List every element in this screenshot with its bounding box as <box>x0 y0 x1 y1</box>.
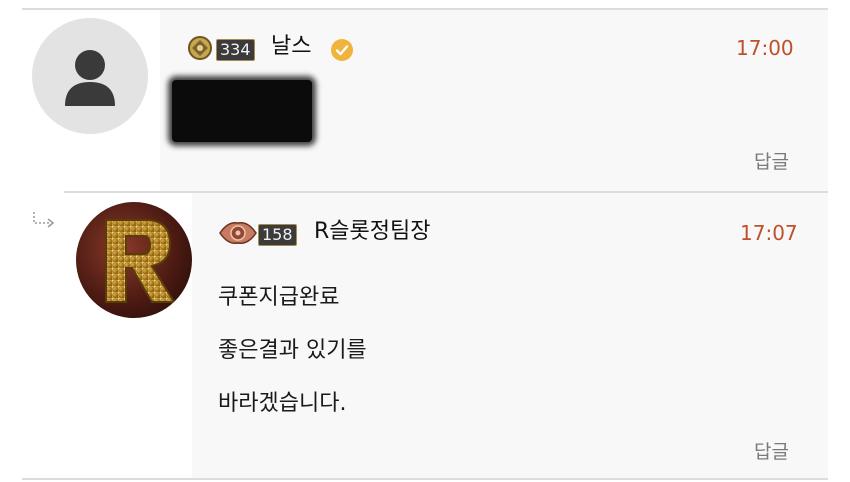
comment-divider-bottom <box>22 478 828 480</box>
comment-timestamp: 17:07 <box>740 221 798 245</box>
comment-timestamp: 17:00 <box>736 36 794 60</box>
level-number: 158 <box>258 224 297 246</box>
level-badge-icon <box>219 221 257 245</box>
reply-button[interactable]: 답글 <box>754 440 789 464</box>
message-line: 좋은결과 있기를 <box>218 338 367 363</box>
verified-icon <box>331 39 353 61</box>
redacted-message <box>172 80 312 142</box>
avatar[interactable] <box>76 202 192 318</box>
avatar[interactable] <box>32 18 148 134</box>
level-badge: 158 <box>218 219 306 247</box>
user-silhouette-icon <box>65 50 115 106</box>
message-line: 바라겠습니다. <box>218 391 347 416</box>
message-line: 쿠폰지급완료 <box>218 285 340 310</box>
level-number: 334 <box>216 39 255 61</box>
username[interactable]: 날스 <box>271 33 311 61</box>
r-logo-avatar-image <box>105 219 176 303</box>
level-badge-icon <box>188 36 212 60</box>
username[interactable]: R슬롯정팀장 <box>314 218 431 246</box>
reply-arrow-icon <box>33 212 55 228</box>
level-badge: 334 <box>182 34 264 62</box>
reply-button[interactable]: 답글 <box>754 150 789 174</box>
